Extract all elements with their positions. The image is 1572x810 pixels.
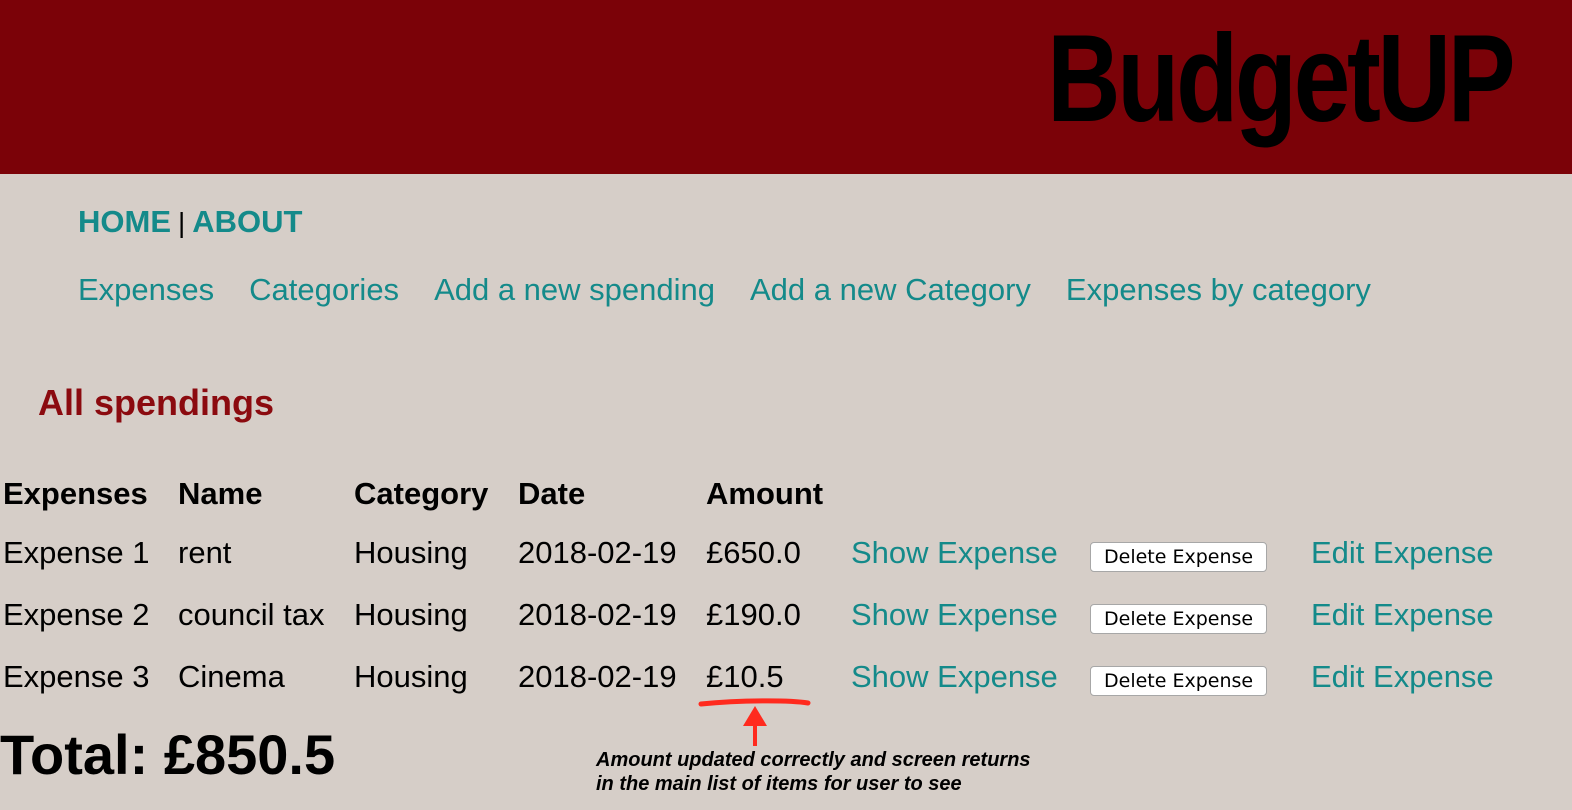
expense-date: 2018-02-19: [518, 597, 677, 632]
sub-nav: Expenses Categories Add a new spending Add …: [78, 272, 1406, 308]
subnav-categories-link[interactable]: Categories: [249, 272, 399, 307]
expense-category: Housing: [354, 659, 468, 694]
expense-date: 2018-02-19: [518, 535, 677, 570]
expense-date: 2018-02-19: [518, 659, 677, 694]
col-header-amount: Amount: [706, 476, 824, 511]
annotation-line-2: in the main list of items for user to se…: [596, 773, 962, 795]
edit-cell: Edit Expense: [1308, 522, 1571, 584]
show-cell: Show Expense: [848, 522, 1087, 584]
show-expense-link[interactable]: Show Expense: [851, 535, 1058, 570]
col-header-date: Date: [518, 476, 586, 511]
expense-name: rent: [178, 535, 232, 570]
subnav-expenses-link[interactable]: Expenses: [78, 272, 214, 307]
expense-name: Cinema: [178, 659, 285, 694]
expense-name: council tax: [178, 597, 325, 632]
expense-label: Expense 2: [3, 597, 150, 632]
edit-expense-link[interactable]: Edit Expense: [1311, 659, 1494, 694]
show-cell: Show Expense: [848, 646, 1087, 708]
edit-cell: Edit Expense: [1308, 584, 1571, 646]
col-header-name: Name: [178, 476, 263, 511]
delete-expense-button[interactable]: Delete Expense: [1090, 541, 1268, 572]
table-header-row: Expenses Name Category Date Amount: [0, 466, 1571, 522]
expense-amount: £10.5: [706, 659, 784, 694]
edit-expense-link[interactable]: Edit Expense: [1311, 535, 1494, 570]
expense-amount: £650.0: [706, 535, 801, 570]
show-expense-link[interactable]: Show Expense: [851, 659, 1058, 694]
col-header-blank-delete: [1087, 466, 1308, 522]
annotation-arrow-head-icon: [743, 706, 767, 726]
total-amount: Total: £850.5: [0, 723, 336, 786]
show-expense-link[interactable]: Show Expense: [851, 597, 1058, 632]
show-cell: Show Expense: [848, 584, 1087, 646]
subnav-add-spending-link[interactable]: Add a new spending: [434, 272, 715, 307]
expense-label: Expense 3: [3, 659, 150, 694]
expense-amount: £190.0: [706, 597, 801, 632]
table-row: Expense 1 rent Housing 2018-02-19 £650.0…: [0, 522, 1571, 584]
top-nav: HOME | ABOUT: [78, 204, 303, 240]
nav-separator: |: [178, 207, 186, 238]
nav-home-link[interactable]: HOME: [78, 204, 171, 239]
delete-cell: Delete Expense: [1087, 522, 1308, 584]
annotation-line-1: Amount updated correctly and screen retu…: [596, 749, 1031, 771]
annotation-note: Amount updated correctly and screen retu…: [596, 748, 1031, 796]
expenses-table: Expenses Name Category Date Amount Expen…: [0, 466, 1571, 708]
edit-expense-link[interactable]: Edit Expense: [1311, 597, 1494, 632]
table-row: Expense 3 Cinema Housing 2018-02-19 £10.…: [0, 646, 1571, 708]
col-header-expenses: Expenses: [3, 476, 148, 511]
delete-expense-button[interactable]: Delete Expense: [1090, 603, 1268, 634]
expense-category: Housing: [354, 597, 468, 632]
subnav-add-category-link[interactable]: Add a new Category: [750, 272, 1031, 307]
edit-cell: Edit Expense: [1308, 646, 1571, 708]
brand-logo: BudgetUP: [1046, 10, 1515, 148]
delete-expense-button[interactable]: Delete Expense: [1090, 665, 1268, 696]
col-header-blank-show: [848, 466, 1087, 522]
subnav-expenses-by-category-link[interactable]: Expenses by category: [1066, 272, 1371, 307]
header-bar: BudgetUP: [0, 0, 1572, 174]
nav-about-link[interactable]: ABOUT: [192, 204, 302, 239]
col-header-blank-edit: [1308, 466, 1571, 522]
col-header-category: Category: [354, 476, 489, 511]
expense-label: Expense 1: [3, 535, 150, 570]
table-row: Expense 2 council tax Housing 2018-02-19…: [0, 584, 1571, 646]
page-title: All spendings: [38, 382, 275, 423]
delete-cell: Delete Expense: [1087, 584, 1308, 646]
delete-cell: Delete Expense: [1087, 646, 1308, 708]
expense-category: Housing: [354, 535, 468, 570]
